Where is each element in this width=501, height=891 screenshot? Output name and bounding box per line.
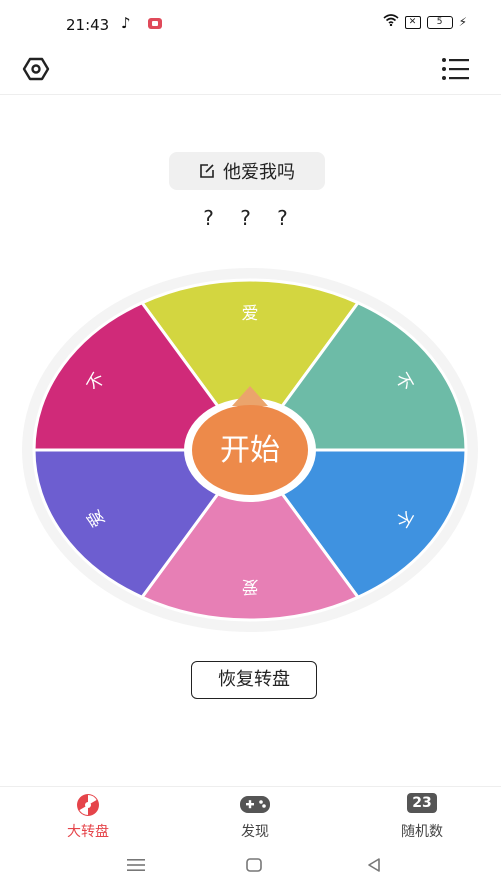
screen-record-icon <box>148 18 162 29</box>
status-icons: ✕ 5 ⚡ <box>383 14 467 30</box>
reset-wheel-button[interactable]: 恢复转盘 <box>191 661 317 699</box>
system-nav-bar <box>0 844 501 891</box>
tab-discover-label: 发现 <box>241 824 269 840</box>
no-sim-icon: ✕ <box>404 15 421 29</box>
wheel-icon <box>77 794 99 816</box>
tab-random-number-label: 随机数 <box>401 824 443 840</box>
back-icon[interactable] <box>367 858 381 872</box>
wheel-segment-label: 爱 <box>242 304 259 324</box>
gamepad-icon <box>240 796 270 813</box>
edit-topic-button[interactable]: 他爱我吗 <box>169 152 325 190</box>
music-note-icon: ♪ <box>121 14 131 32</box>
wheel-segment-label: 爱 <box>242 576 259 596</box>
tab-wheel[interactable]: 大转盘 <box>28 787 148 845</box>
recent-apps-icon[interactable] <box>127 858 145 872</box>
spin-wheel[interactable]: 爱不不爱爱不 开始 <box>10 262 490 638</box>
visibility-button[interactable] <box>20 56 52 82</box>
menu-button[interactable] <box>440 56 472 82</box>
start-label: 开始 <box>220 433 280 468</box>
charging-icon: ⚡ <box>458 15 467 29</box>
list-menu-icon <box>442 58 469 80</box>
status-bar: 21:43 ♪ ✕ 5 ⚡ <box>0 0 501 44</box>
topic-title: 他爱我吗 <box>223 162 295 183</box>
edit-icon <box>200 164 214 178</box>
hexagon-eye-icon <box>22 57 50 81</box>
top-toolbar <box>0 44 501 95</box>
battery-icon: 5 <box>426 15 453 29</box>
wifi-icon <box>383 14 399 30</box>
number-icon: 23 <box>407 793 437 813</box>
bottom-tab-bar: 大转盘 发现 23 随机数 <box>0 786 501 845</box>
result-text: ? ? ? <box>203 206 298 230</box>
battery-level: 5 <box>436 16 443 27</box>
status-time: 21:43 <box>66 16 110 34</box>
home-icon[interactable] <box>246 858 262 872</box>
tab-discover[interactable]: 发现 <box>195 787 315 845</box>
tab-wheel-label: 大转盘 <box>67 824 109 840</box>
tab-random-number[interactable]: 23 随机数 <box>362 787 482 845</box>
